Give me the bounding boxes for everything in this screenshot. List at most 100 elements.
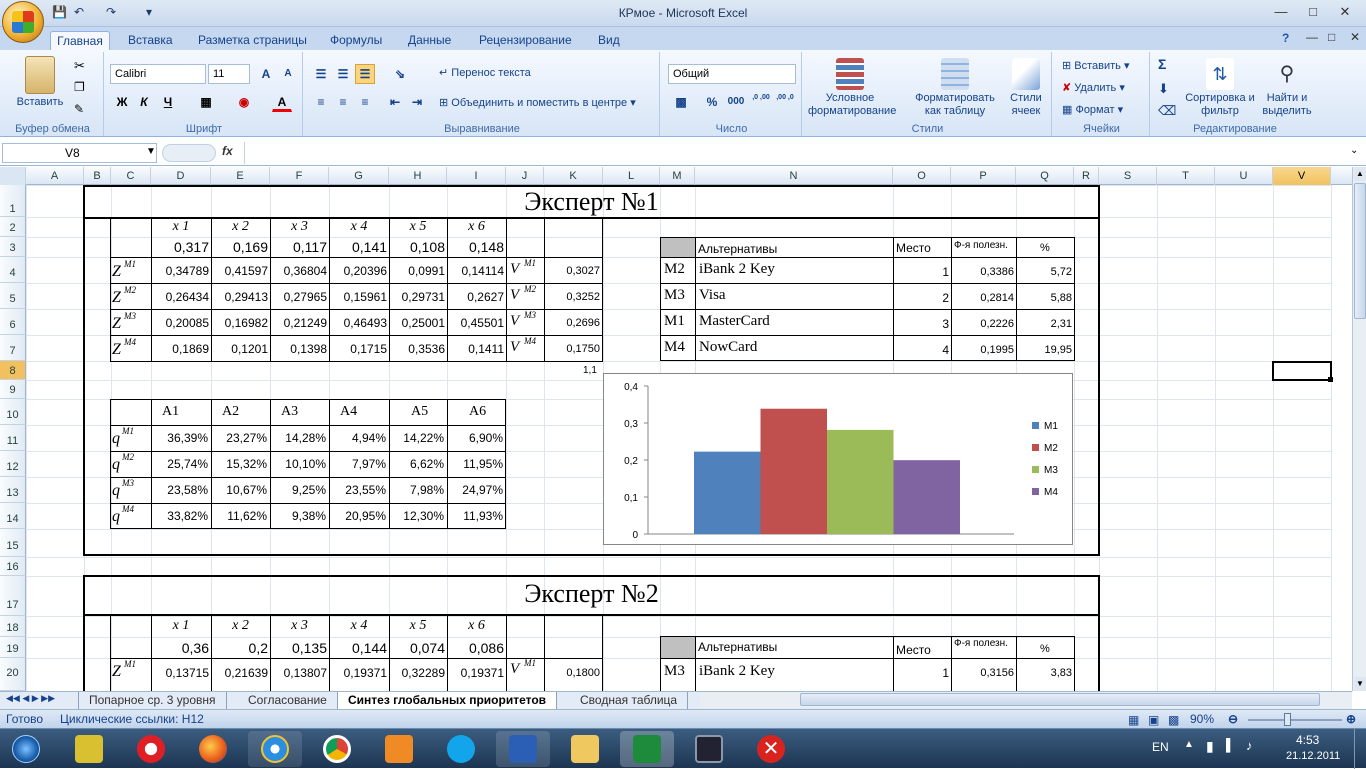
col-header-e[interactable]: E — [211, 167, 270, 185]
rank-m-cell[interactable]: M2 — [664, 261, 685, 278]
q-row-superscript[interactable]: M2 — [122, 452, 134, 462]
insert-cells-button[interactable]: ⊞ Вставить ▾ — [1062, 60, 1130, 73]
col-header-o[interactable]: O — [893, 167, 951, 185]
utility-chart[interactable]: 0 0,1 0,2 0,3 0,4 M1 M2 M3 M4 — [603, 373, 1073, 545]
autosum-button[interactable]: Σ — [1158, 57, 1166, 71]
close-window-button[interactable]: ✕ — [1334, 3, 1356, 21]
rank-util-cell[interactable]: 0,1995 — [951, 344, 1014, 356]
q-value-cell[interactable]: 9,25% — [270, 483, 326, 497]
z2-value-cell[interactable]: 0,13807 — [270, 666, 327, 680]
minimize-button[interactable]: — — [1270, 3, 1292, 21]
align-top-icon[interactable]: ☰ — [311, 64, 331, 84]
worksheet-grid[interactable]: A B C D E F G H I J K L M N O P Q R S T … — [0, 167, 1352, 691]
row-header-16[interactable]: 16 — [0, 557, 26, 576]
row-header-10[interactable]: 10 — [0, 399, 26, 425]
name-box-dropdown-icon[interactable]: ▼ — [146, 146, 156, 157]
taskbar-word[interactable] — [496, 731, 550, 767]
q-value-cell[interactable]: 11,93% — [447, 509, 503, 523]
bold-button[interactable]: Ж — [112, 92, 132, 112]
currency-icon[interactable]: ▩ — [668, 92, 694, 112]
col-header-c[interactable]: C — [111, 167, 151, 185]
rank-place-cell[interactable]: 1 — [893, 265, 949, 279]
z2-value-cell[interactable]: 0,19371 — [329, 666, 387, 680]
v2-value-cell[interactable]: 0,1800 — [544, 667, 600, 679]
cut-icon[interactable]: ✂ — [74, 58, 85, 74]
q-value-cell[interactable]: 20,95% — [329, 509, 386, 523]
format-cells-button[interactable]: ▦ Формат ▾ — [1062, 104, 1123, 117]
tab-insert[interactable]: Вставка — [122, 31, 179, 50]
row-header-17[interactable]: 17 — [0, 576, 26, 616]
q-value-cell[interactable]: 15,32% — [211, 457, 267, 471]
z-value-cell[interactable]: 0,34789 — [151, 264, 209, 278]
rank-util-cell[interactable]: 0,3386 — [951, 266, 1014, 278]
decrease-decimal-button[interactable]: ,00 ,0 — [774, 92, 796, 112]
rank2-row1-pct[interactable]: 3,83 — [1016, 667, 1072, 679]
q-row-label[interactable]: q — [112, 430, 120, 448]
z2-row-label[interactable]: Z — [112, 663, 121, 681]
weight-x4[interactable]: 0,141 — [329, 239, 387, 255]
taskbar-opera[interactable] — [124, 731, 178, 767]
row-header-15[interactable]: 15 — [0, 529, 26, 557]
z-value-cell[interactable]: 0,0991 — [389, 264, 445, 278]
font-size-dropdown[interactable]: 11 — [208, 64, 250, 84]
q-value-cell[interactable]: 9,38% — [270, 509, 326, 523]
a-header-cell[interactable]: A4 — [340, 404, 357, 420]
insert-function-button[interactable]: fx — [222, 144, 233, 158]
q-value-cell[interactable]: 25,74% — [151, 457, 208, 471]
rank-place-cell[interactable]: 3 — [893, 317, 949, 331]
z-value-cell[interactable]: 0,41597 — [211, 264, 268, 278]
battery-icon[interactable]: ▮ — [1206, 738, 1214, 755]
zoom-slider-thumb[interactable] — [1284, 713, 1291, 726]
rank2-row1-place[interactable]: 1 — [893, 666, 949, 680]
ribbon-restore-icon[interactable]: □ — [1328, 30, 1335, 44]
taskbar-firefox[interactable] — [186, 731, 240, 767]
col-header-k[interactable]: K — [544, 167, 603, 185]
italic-button[interactable]: К — [134, 92, 154, 112]
office-button[interactable] — [2, 1, 44, 43]
x2-header-cell[interactable]: x 1 — [151, 618, 211, 634]
formula-input[interactable] — [244, 142, 1344, 164]
x2-header-cell[interactable]: x 3 — [270, 618, 329, 634]
z-value-cell[interactable]: 0,45501 — [447, 316, 504, 330]
x2-header-cell[interactable]: x 4 — [329, 618, 389, 634]
col-header-i[interactable]: I — [447, 167, 506, 185]
row-header-20[interactable]: 20 — [0, 658, 26, 691]
q-row-superscript[interactable]: M1 — [122, 426, 134, 436]
col-header-v[interactable]: V — [1273, 167, 1331, 185]
weight-x2[interactable]: 0,169 — [211, 239, 268, 255]
v-label[interactable]: V — [510, 313, 519, 330]
x2-header-cell[interactable]: x 2 — [211, 618, 270, 634]
sheet-tab-summary[interactable]: Сводная таблица — [570, 692, 689, 709]
rank-pct-cell[interactable]: 2,31 — [1016, 318, 1072, 330]
network-icon[interactable]: ▌ — [1226, 738, 1235, 752]
clear-icon[interactable]: ⌫ — [1158, 104, 1176, 117]
sort-filter-button[interactable]: ⇅ Сортировка и фильтр — [1184, 58, 1256, 118]
weight2-cell[interactable]: 0,36 — [151, 640, 209, 656]
merge-center-button[interactable]: ⊞ Объединить и поместить в центре ▾ — [439, 97, 636, 110]
zoom-in-icon[interactable]: ⊕ — [1346, 710, 1356, 728]
v-value-cell[interactable]: 0,3252 — [544, 291, 600, 303]
number-format-dropdown[interactable]: Общий — [668, 64, 796, 84]
taskbar-chrome[interactable] — [310, 731, 364, 767]
a-header-cell[interactable]: A5 — [411, 404, 428, 420]
taskbar-skype[interactable] — [434, 731, 488, 767]
q-row-superscript[interactable]: M4 — [122, 504, 134, 514]
tab-formulas[interactable]: Формулы — [324, 31, 388, 50]
v-superscript[interactable]: M4 — [524, 336, 536, 346]
z-value-cell[interactable]: 0,20396 — [329, 264, 387, 278]
find-select-button[interactable]: ⚲ Найти и выделить — [1258, 58, 1316, 118]
z-row-superscript[interactable]: M4 — [124, 337, 136, 347]
q-value-cell[interactable]: 7,98% — [389, 483, 444, 497]
q-value-cell[interactable]: 4,94% — [329, 431, 386, 445]
align-bottom-icon[interactable]: ☰ — [355, 64, 375, 84]
row-header-13[interactable]: 13 — [0, 477, 26, 503]
col-header-b[interactable]: B — [84, 167, 111, 185]
z-value-cell[interactable]: 0,36804 — [270, 264, 327, 278]
row-header-9[interactable]: 9 — [0, 380, 26, 399]
font-color-icon[interactable]: A — [272, 92, 292, 112]
row-header-4[interactable]: 4 — [0, 257, 26, 283]
a-header-cell[interactable]: A1 — [162, 404, 179, 420]
col-header-a[interactable]: A — [26, 167, 84, 185]
rank-pct-cell[interactable]: 19,95 — [1016, 344, 1072, 356]
format-as-table-button[interactable]: Форматировать как таблицу — [912, 58, 998, 118]
